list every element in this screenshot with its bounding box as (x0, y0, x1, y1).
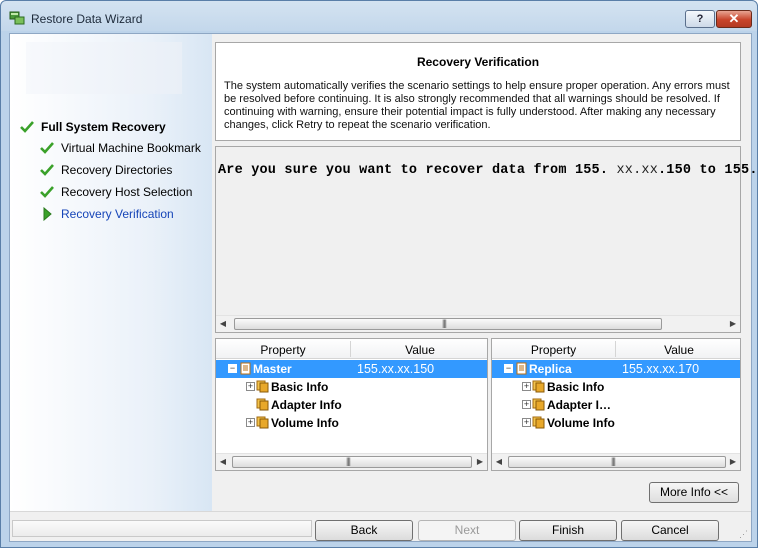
scroll-right-icon[interactable]: ▶ (475, 457, 485, 466)
title-bar: Restore Data Wizard ? ✕ (1, 1, 757, 33)
tree-label: Volume Info (271, 416, 339, 430)
grid-header: Property Value (492, 339, 740, 359)
message-part: .150 to 155.3 (658, 163, 758, 178)
collapse-icon[interactable]: − (504, 364, 513, 373)
step-label: Recovery Directories (61, 163, 173, 177)
document-stack-icon (532, 416, 545, 429)
replica-property-grid[interactable]: Property Value − Replica 155.xx.xx.170 +… (491, 338, 741, 471)
tree-row-adapter-info[interactable]: Adapter Info (216, 396, 487, 414)
resize-grip-icon[interactable]: ⋰ (739, 529, 749, 539)
master-property-grid[interactable]: Property Value − Master 155.xx.xx.150 + … (215, 338, 488, 471)
finish-button[interactable]: Finish (519, 520, 617, 541)
tree-label: Replica (529, 362, 572, 376)
app-icon (9, 11, 25, 25)
column-header-property[interactable]: Property (492, 343, 615, 357)
expand-icon[interactable]: + (522, 418, 531, 427)
scroll-left-icon[interactable]: ◀ (218, 319, 228, 328)
step-label: Full System Recovery (41, 120, 166, 134)
column-header-value[interactable]: Value (616, 343, 740, 357)
cancel-button[interactable]: Cancel (621, 520, 719, 541)
checkmark-icon (40, 164, 54, 176)
tree-label: Master (253, 362, 292, 376)
tree-row-master[interactable]: − Master 155.xx.xx.150 (216, 360, 487, 378)
more-info-button[interactable]: More Info << (649, 482, 739, 503)
tree-row-volume-info[interactable]: + Volume Info (492, 414, 740, 432)
document-stack-icon (532, 398, 545, 411)
step-label: Virtual Machine Bookmark (61, 141, 201, 155)
scrollbar-thumb[interactable]: ||| (232, 456, 472, 468)
message-masked-part: xx.xx (616, 163, 658, 178)
scrollbar-thumb[interactable]: ||| (234, 318, 662, 330)
replica-grid-scrollbar[interactable]: ◀ ||| ▶ (492, 453, 740, 470)
close-button[interactable]: ✕ (716, 10, 752, 28)
step-label: Recovery Verification (61, 207, 174, 221)
verification-message: Are you sure you want to recover data fr… (218, 163, 758, 178)
step-label: Recovery Host Selection (61, 185, 193, 199)
verification-message-area[interactable]: Are you sure you want to recover data fr… (215, 146, 758, 333)
collapse-icon[interactable]: − (228, 364, 237, 373)
client-area: Full System Recovery Virtual Machine Boo… (9, 33, 758, 542)
document-stack-icon (256, 416, 269, 429)
document-icon (240, 362, 251, 375)
wizard-steps-sidebar: Full System Recovery Virtual Machine Boo… (10, 34, 212, 511)
tree-label: Adapter Info (271, 398, 342, 412)
tree-row-adapter-info[interactable]: + Adapter I… (492, 396, 740, 414)
message-part: Are you sure you want to recover data fr… (218, 163, 609, 178)
document-stack-icon (256, 380, 269, 393)
back-button[interactable]: Back (315, 520, 413, 541)
checkmark-icon (20, 121, 34, 133)
column-header-value[interactable]: Value (351, 343, 487, 357)
expand-icon[interactable]: + (246, 382, 255, 391)
tree-row-volume-info[interactable]: + Volume Info (216, 414, 487, 432)
status-panel (12, 520, 312, 537)
page-title: Recovery Verification (416, 55, 540, 69)
document-icon (516, 362, 527, 375)
expand-icon[interactable]: + (246, 418, 255, 427)
column-header-property[interactable]: Property (216, 343, 350, 357)
tree-row-replica[interactable]: − Replica 155.xx.xx.170 (492, 360, 740, 378)
expand-icon[interactable]: + (522, 400, 531, 409)
tree-row-basic-info[interactable]: + Basic Info (216, 378, 487, 396)
checkmark-icon (40, 142, 54, 154)
tree-label: Basic Info (271, 380, 329, 394)
scroll-left-icon[interactable]: ◀ (494, 457, 504, 466)
wizard-button-bar: Back Next Finish Cancel ⋰ (10, 511, 751, 541)
master-grid-scrollbar[interactable]: ◀ ||| ▶ (216, 453, 487, 470)
tree-value: 155.xx.xx.150 (357, 362, 435, 376)
checkmark-icon (40, 186, 54, 198)
scrollbar-thumb[interactable]: ||| (508, 456, 726, 468)
scroll-right-icon[interactable]: ▶ (728, 457, 738, 466)
tree-label: Adapter I… (547, 398, 612, 412)
expand-icon[interactable]: + (522, 382, 531, 391)
next-button[interactable]: Next (418, 520, 516, 541)
tree-row-basic-info[interactable]: + Basic Info (492, 378, 740, 396)
logo-area (26, 42, 182, 94)
document-stack-icon (532, 380, 545, 393)
triangle-right-icon (43, 207, 52, 221)
tree-label: Basic Info (547, 380, 605, 394)
content-panel: Recovery Verification The system automat… (215, 42, 758, 509)
wizard-window: Restore Data Wizard ? ✕ Full System Reco… (0, 0, 758, 548)
window-title: Restore Data Wizard (31, 12, 143, 26)
help-button[interactable]: ? (685, 10, 715, 28)
document-stack-icon (256, 398, 269, 411)
message-horizontal-scrollbar[interactable]: ◀ ||| ▶ (216, 315, 740, 332)
scroll-left-icon[interactable]: ◀ (218, 457, 228, 466)
tree-value: 155.xx.xx.170 (622, 362, 700, 376)
grid-header: Property Value (216, 339, 487, 359)
description-box: Recovery Verification The system automat… (215, 42, 741, 141)
tree-label: Volume Info (547, 416, 615, 430)
description-text: The system automatically verifies the sc… (224, 80, 730, 131)
scroll-right-icon[interactable]: ▶ (728, 319, 738, 328)
